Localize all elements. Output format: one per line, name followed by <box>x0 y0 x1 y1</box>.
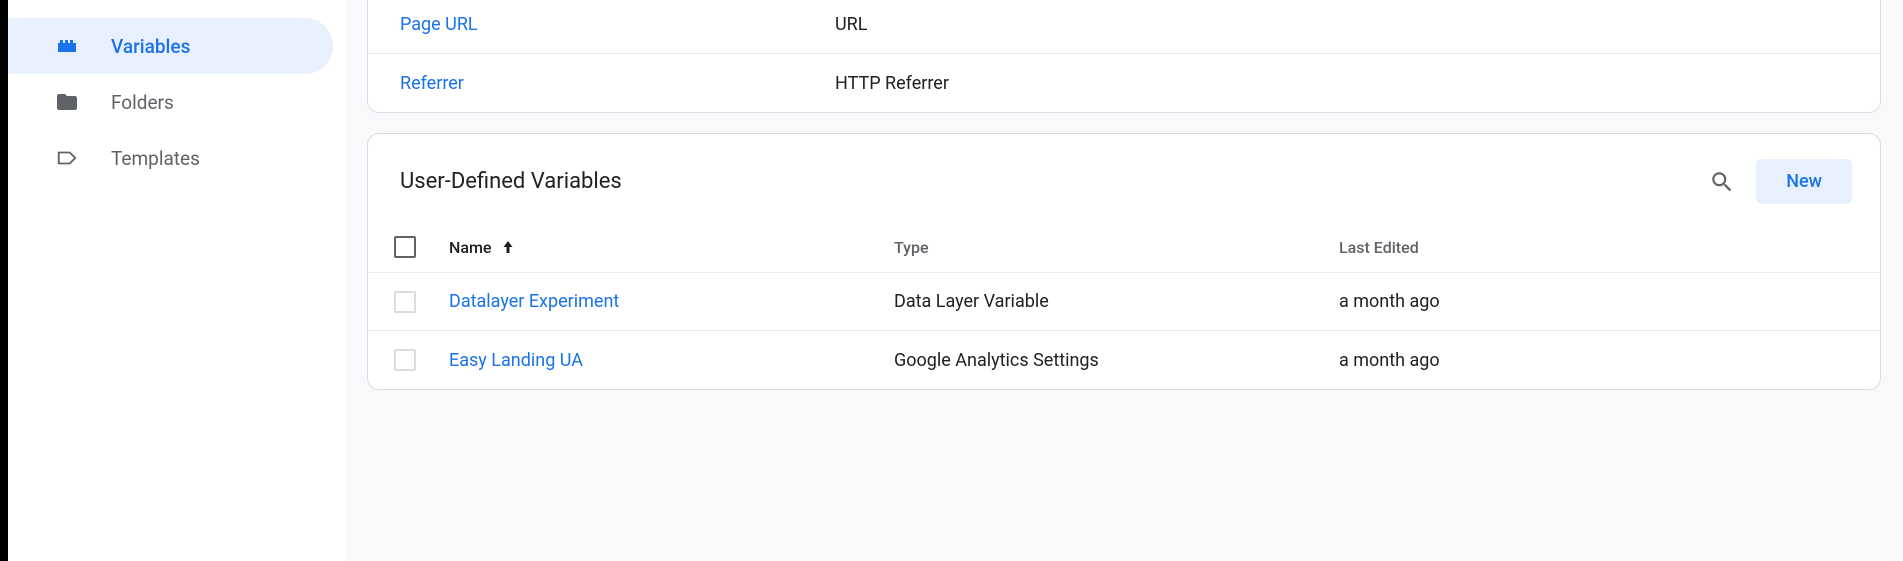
column-label: Type <box>894 238 929 257</box>
variable-edited: a month ago <box>1339 350 1440 371</box>
sort-ascending-icon <box>499 238 517 256</box>
table-row: Page URL URL <box>368 0 1880 54</box>
sidebar-item-label: Templates <box>111 147 200 170</box>
user-defined-variables-card: User-Defined Variables New Name <box>367 133 1881 390</box>
built-in-variables-card: Page URL URL Referrer HTTP Referrer <box>367 0 1881 113</box>
variable-type: HTTP Referrer <box>835 73 949 94</box>
variable-type: Google Analytics Settings <box>894 350 1099 371</box>
variable-link[interactable]: Referrer <box>400 73 835 94</box>
sidebar-item-label: Folders <box>111 91 174 114</box>
card-header: User-Defined Variables New <box>368 134 1880 222</box>
row-checkbox[interactable] <box>394 291 416 313</box>
card-title: User-Defined Variables <box>400 169 622 194</box>
main-content: Page URL URL Referrer HTTP Referrer User… <box>345 0 1903 561</box>
column-header-type[interactable]: Type <box>894 238 1339 257</box>
decorative-bar <box>0 0 8 561</box>
variable-type: Data Layer Variable <box>894 291 1049 312</box>
column-label: Last Edited <box>1339 238 1419 257</box>
template-icon <box>55 146 79 170</box>
card-actions: New <box>1702 159 1852 204</box>
sidebar-item-label: Variables <box>111 35 190 58</box>
variable-link[interactable]: Easy Landing UA <box>449 350 583 371</box>
search-button[interactable] <box>1702 162 1742 202</box>
table-row: Datalayer Experiment Data Layer Variable… <box>368 273 1880 331</box>
sidebar: Variables Folders Templates <box>8 0 345 561</box>
table-header: Name Type Last Edited <box>368 222 1880 273</box>
column-label: Name <box>449 238 491 257</box>
variable-link[interactable]: Datalayer Experiment <box>449 291 619 312</box>
search-icon <box>1709 169 1735 195</box>
table-row: Easy Landing UA Google Analytics Setting… <box>368 331 1880 389</box>
select-all-checkbox[interactable] <box>394 236 416 258</box>
row-checkbox[interactable] <box>394 349 416 371</box>
sidebar-item-templates[interactable]: Templates <box>8 130 333 186</box>
sidebar-item-folders[interactable]: Folders <box>8 74 333 130</box>
variable-edited: a month ago <box>1339 291 1440 312</box>
sidebar-item-variables[interactable]: Variables <box>8 18 333 74</box>
variable-type: URL <box>835 14 867 35</box>
variables-icon <box>55 34 79 58</box>
column-header-name[interactable]: Name <box>449 238 894 257</box>
new-button[interactable]: New <box>1756 159 1852 204</box>
folder-icon <box>55 90 79 114</box>
table-row: Referrer HTTP Referrer <box>368 54 1880 112</box>
variable-link[interactable]: Page URL <box>400 14 835 35</box>
column-header-edited[interactable]: Last Edited <box>1339 238 1880 257</box>
